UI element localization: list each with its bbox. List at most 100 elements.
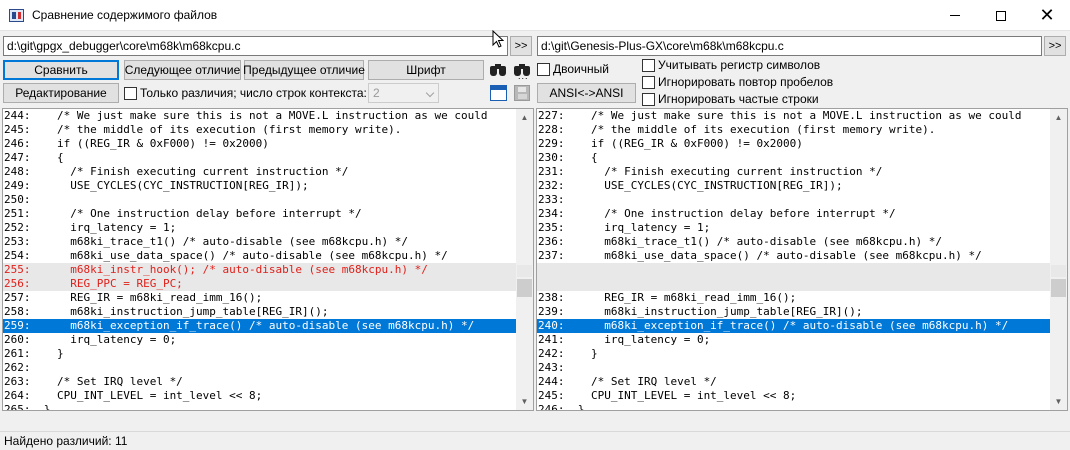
edit-button[interactable]: Редактирование	[3, 83, 119, 103]
code-line[interactable]: 263: /* Set IRQ level */	[3, 375, 517, 389]
ignore-spaces-checkbox[interactable]: Игнорировать повтор пробелов	[642, 75, 833, 89]
scroll-up-icon[interactable]: ▲	[516, 109, 533, 126]
code-line[interactable]: 259: m68ki_exception_if_trace() /* auto-…	[3, 319, 517, 333]
code-line[interactable]: 241: irq_latency = 0;	[537, 333, 1051, 347]
code-line[interactable]: 236: m68ki_trace_t1() /* auto-disable (s…	[537, 235, 1051, 249]
binary-label: Двоичный	[553, 62, 609, 76]
code-line[interactable]: 237: m68ki_use_data_space() /* auto-disa…	[537, 249, 1051, 263]
code-line[interactable]: 244: /* We just make sure this is not a …	[3, 109, 517, 123]
code-line[interactable]: 262:	[3, 361, 517, 375]
binoculars-all-icon[interactable]: ...	[511, 60, 533, 81]
code-line[interactable]: 230: {	[537, 151, 1051, 165]
checkbox-box[interactable]	[642, 58, 655, 72]
scroll-up-icon[interactable]: ▲	[1050, 109, 1067, 126]
checkbox-box[interactable]	[642, 92, 655, 106]
right-code-lines[interactable]: 227: /* We just make sure this is not a …	[537, 109, 1051, 410]
diff-marker	[517, 265, 532, 277]
only-differences-label: Только различия; число строк контекста:	[140, 86, 367, 100]
code-line[interactable]: 245: /* the middle of its execution (fir…	[3, 123, 517, 137]
binary-checkbox[interactable]: Двоичный	[537, 62, 609, 76]
right-file-path-input[interactable]: d:\git\Genesis-Plus-GX\core\m68k\m68kcpu…	[537, 36, 1042, 56]
code-line[interactable]: 227: /* We just make sure this is not a …	[537, 109, 1051, 123]
code-line[interactable]: 233:	[537, 193, 1051, 207]
previous-difference-button[interactable]: Предыдущее отличие	[243, 60, 365, 80]
right-code-panel[interactable]: 227: /* We just make sure this is not a …	[536, 108, 1068, 411]
diff-marker	[1051, 265, 1066, 277]
window-title: Сравнение содержимого файлов	[32, 8, 218, 22]
code-line[interactable]: 243:	[537, 361, 1051, 375]
code-line[interactable]: 256: REG_PPC = REG_PC;	[3, 277, 517, 291]
left-vertical-scrollbar[interactable]: ▲ ▼	[516, 109, 533, 410]
code-line[interactable]: 258: m68ki_instruction_jump_table[REG_IR…	[3, 305, 517, 319]
code-line[interactable]: 255: m68ki_instr_hook(); /* auto-disable…	[3, 263, 517, 277]
ignore-frequent-lines-checkbox[interactable]: Игнорировать частые строки	[642, 92, 819, 106]
code-line[interactable]: 249: USE_CYCLES(CYC_INSTRUCTION[REG_IR])…	[3, 179, 517, 193]
scroll-thumb[interactable]	[517, 279, 532, 297]
close-button[interactable]: ✕	[1024, 0, 1070, 31]
code-line[interactable]: 235: irq_latency = 1;	[537, 221, 1051, 235]
scroll-down-icon[interactable]: ▼	[1050, 393, 1067, 410]
compare-button[interactable]: Сравнить	[3, 60, 119, 80]
right-vertical-scrollbar[interactable]: ▲ ▼	[1050, 109, 1067, 410]
code-line[interactable]: 265: }	[3, 403, 517, 410]
checkbox-box[interactable]	[537, 62, 550, 76]
case-sensitive-checkbox[interactable]: Учитывать регистр символов	[642, 58, 820, 72]
minimize-button[interactable]	[932, 0, 978, 31]
code-line[interactable]: 234: /* One instruction delay before int…	[537, 207, 1051, 221]
mouse-cursor-icon	[492, 30, 504, 48]
code-line[interactable]: 231: /* Finish executing current instruc…	[537, 165, 1051, 179]
checkbox-box[interactable]	[642, 75, 655, 89]
code-line[interactable]: 251: /* One instruction delay before int…	[3, 207, 517, 221]
code-line[interactable]: 229: if ((REG_IR & 0xF000) != 0x2000)	[537, 137, 1051, 151]
window-view-icon[interactable]	[487, 83, 509, 103]
code-line[interactable]: 232: USE_CYCLES(CYC_INSTRUCTION[REG_IR])…	[537, 179, 1051, 193]
title-bar: Сравнение содержимого файлов ✕	[0, 0, 1070, 31]
close-icon: ✕	[1039, 5, 1055, 25]
status-text: Найдено различий: 11	[4, 434, 128, 448]
context-lines-value: 2	[373, 86, 380, 100]
maximize-icon	[996, 10, 1006, 21]
diff-gap-line[interactable]	[537, 277, 1051, 291]
code-line[interactable]: 264: CPU_INT_LEVEL = int_level << 8;	[3, 389, 517, 403]
chevron-down-icon	[425, 88, 435, 98]
code-line[interactable]: 257: REG_IR = m68ki_read_imm_16();	[3, 291, 517, 305]
code-line[interactable]: 228: /* the middle of its execution (fir…	[537, 123, 1051, 137]
code-line[interactable]: 246: if ((REG_IR & 0xF000) != 0x2000)	[3, 137, 517, 151]
diff-gap-line[interactable]	[537, 263, 1051, 277]
context-lines-select[interactable]: 2	[368, 83, 439, 103]
code-line[interactable]: 252: irq_latency = 1;	[3, 221, 517, 235]
code-line[interactable]: 245: CPU_INT_LEVEL = int_level << 8;	[537, 389, 1051, 403]
ignore-spaces-label: Игнорировать повтор пробелов	[658, 75, 834, 89]
code-line[interactable]: 246: }	[537, 403, 1051, 410]
left-file-path-input[interactable]: d:\git\gpgx_debugger\core\m68k\m68kcpu.c	[3, 36, 508, 56]
right-browse-button[interactable]: >>	[1044, 36, 1066, 56]
next-difference-button[interactable]: Следующее отличие	[124, 60, 241, 80]
scroll-down-icon[interactable]: ▼	[516, 393, 533, 410]
left-browse-button[interactable]: >>	[510, 36, 532, 56]
case-sensitive-label: Учитывать регистр символов	[658, 58, 821, 72]
code-line[interactable]: 253: m68ki_trace_t1() /* auto-disable (s…	[3, 235, 517, 249]
checkbox-box[interactable]	[124, 86, 137, 100]
code-line[interactable]: 238: REG_IR = m68ki_read_imm_16();	[537, 291, 1051, 305]
left-code-lines[interactable]: 244: /* We just make sure this is not a …	[3, 109, 517, 410]
font-button[interactable]: Шрифт	[368, 60, 484, 80]
code-line[interactable]: 239: m68ki_instruction_jump_table[REG_IR…	[537, 305, 1051, 319]
floppy-save-icon[interactable]	[511, 83, 533, 103]
code-line[interactable]: 261: }	[3, 347, 517, 361]
scroll-thumb[interactable]	[1051, 279, 1066, 297]
code-line[interactable]: 254: m68ki_use_data_space() /* auto-disa…	[3, 249, 517, 263]
maximize-button[interactable]	[978, 0, 1024, 31]
ignore-frequent-lines-label: Игнорировать частые строки	[658, 92, 819, 106]
binoculars-icon[interactable]	[487, 60, 509, 80]
app-icon[interactable]	[9, 9, 24, 22]
code-line[interactable]: 260: irq_latency = 0;	[3, 333, 517, 347]
left-code-panel[interactable]: 244: /* We just make sure this is not a …	[2, 108, 534, 411]
code-line[interactable]: 242: }	[537, 347, 1051, 361]
code-line[interactable]: 244: /* Set IRQ level */	[537, 375, 1051, 389]
code-line[interactable]: 248: /* Finish executing current instruc…	[3, 165, 517, 179]
code-line[interactable]: 250:	[3, 193, 517, 207]
code-line[interactable]: 240: m68ki_exception_if_trace() /* auto-…	[537, 319, 1051, 333]
encoding-button[interactable]: ANSI<->ANSI	[537, 83, 636, 103]
code-line[interactable]: 247: {	[3, 151, 517, 165]
only-differences-checkbox[interactable]: Только различия; число строк контекста:	[124, 86, 367, 100]
